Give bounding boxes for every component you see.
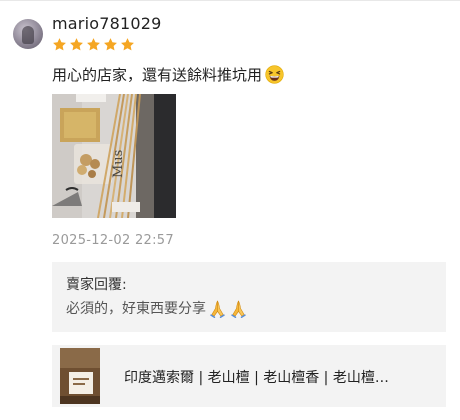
star-icon	[104, 38, 117, 51]
reviewer-username[interactable]: mario781029	[52, 14, 161, 33]
folded-hands-icon	[210, 300, 225, 318]
seller-reply-heading: 賣家回覆:	[66, 277, 127, 293]
product-name[interactable]: 印度邁索爾 | 老山檀 | 老山檀香 | 老山檀…	[124, 367, 434, 387]
star-rating	[52, 37, 135, 53]
review-card: mario781029 用心的店家，還有送餘料推坑用 Mus 2025-12-0…	[0, 0, 460, 420]
review-text: 用心的店家，還有送餘料推坑用	[52, 66, 263, 84]
avatar[interactable]	[13, 19, 43, 49]
star-icon	[70, 38, 83, 51]
review-photo[interactable]: Mus	[52, 94, 176, 218]
seller-reply-box: 賣家回覆: 必須的，好東西要分享	[52, 262, 446, 332]
seller-reply-text: 必須的，好東西要分享	[66, 301, 206, 317]
grinning-squinting-face-icon	[265, 65, 284, 84]
svg-text:Mus: Mus	[111, 150, 126, 178]
review-timestamp: 2025-12-02 22:57	[52, 233, 174, 248]
divider	[0, 0, 460, 1]
review-text-row: 用心的店家，還有送餘料推坑用	[52, 64, 284, 85]
product-link-card[interactable]: 印度邁索爾 | 老山檀 | 老山檀香 | 老山檀…	[52, 345, 446, 407]
star-icon	[121, 38, 134, 51]
seller-reply-text-row: 必須的，好東西要分享	[66, 298, 248, 318]
product-thumbnail	[60, 348, 100, 404]
folded-hands-icon	[231, 300, 246, 318]
star-icon	[87, 38, 100, 51]
star-icon	[53, 38, 66, 51]
review-photo-image: Mus	[52, 94, 176, 218]
